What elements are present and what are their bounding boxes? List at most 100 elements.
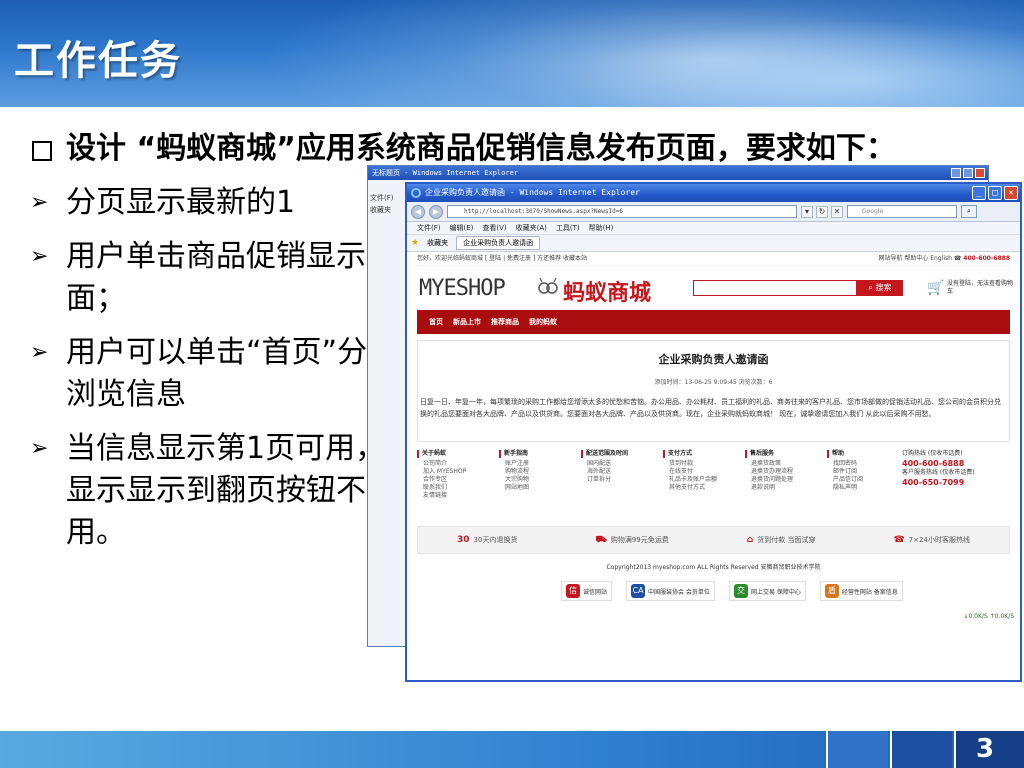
footer-link[interactable]: 国内配送	[581, 460, 663, 468]
url-input[interactable]: http://localhost:3070/ShowNews.aspx?News…	[447, 205, 797, 218]
news-article: 企业采购负责人邀请函 添加时间：13-06-25 9:09:45 浏览次数：6 …	[417, 340, 1010, 442]
cart-icon[interactable]: 🛒	[927, 280, 944, 296]
footer-link[interactable]: 公司简介	[417, 460, 499, 468]
site-search-input[interactable]	[693, 280, 857, 296]
footer-link[interactable]: 退换货政策	[745, 460, 827, 468]
top-nav-links[interactable]: 网站导航 帮助中心 English	[878, 255, 951, 262]
menu-item-help[interactable]: 帮助(H)	[589, 222, 614, 234]
service-text: 货到付款 当面试穿	[757, 536, 816, 544]
footer-link[interactable]: 合作专区	[417, 476, 499, 484]
footer-link[interactable]: 联系我们	[417, 484, 499, 492]
footer-link[interactable]: 找回密码	[827, 460, 909, 468]
slide-footer	[0, 731, 1024, 768]
favorites-bar: ★ 收藏夹 企业采购负责人邀请函	[407, 235, 1020, 252]
close-button[interactable]: ✕	[1004, 186, 1018, 200]
footer-link[interactable]: 货到付款	[663, 460, 745, 468]
trust-badge[interactable]: 信 诚信网站	[561, 581, 613, 601]
footer-link[interactable]: 购物流程	[499, 468, 581, 476]
menu-item-file[interactable]: 文件(F)	[417, 222, 441, 234]
forward-button[interactable]: ▶	[429, 204, 443, 219]
menu-item-favorites[interactable]: 收藏夹(A)	[516, 222, 547, 234]
trust-badge[interactable]: CA 中国服装协会 会员单位	[626, 581, 715, 601]
footer-link[interactable]: 加入 MYESHOP	[417, 468, 499, 476]
service-hotline-label: 客户服务热线 (仅收市话费)	[902, 469, 975, 476]
footer-link[interactable]: 邮件订阅	[827, 468, 909, 476]
refresh-icon[interactable]: ↻	[816, 205, 828, 218]
footer-column: 售后服务 退换货政策 退换货办理流程 退换货问题处理 退款说明	[745, 450, 827, 526]
arrow-bullet-icon: ➢	[30, 340, 49, 365]
footer-link[interactable]: 退款说明	[745, 484, 827, 492]
cart-text: 没有登陆，无法查看购物车	[947, 280, 1014, 295]
browser-tab[interactable]: 企业采购负责人邀请函	[456, 236, 541, 250]
footer-column-heading: 配送范围及时间	[581, 450, 663, 458]
footer-link[interactable]: 退换货问题处理	[745, 476, 827, 484]
site-search-button[interactable]: ⌕ 搜索	[857, 280, 903, 296]
trade-icon: 交	[733, 584, 748, 598]
arrow-bullet-icon: ➢	[30, 436, 49, 461]
background-favorites-item[interactable]: 收藏夹	[370, 204, 394, 216]
stop-icon[interactable]: ✕	[831, 205, 843, 218]
service-text: 7×24小时客服热线	[908, 536, 970, 544]
association-icon: CA	[631, 584, 646, 598]
hotline-panel: 订购热线 (仅收市话费) 400-600-6888 客户服务热线 (仅收市话费)…	[902, 450, 1006, 488]
background-menu-item[interactable]: 文件(F)	[370, 192, 394, 204]
back-button[interactable]: ◀	[411, 204, 425, 219]
sub-point-text: 分页显示最新的1	[66, 185, 296, 220]
footer-link[interactable]: 海外配送	[581, 468, 663, 476]
arrow-bullet-icon: ➢	[30, 190, 49, 215]
sub-point: ➢ 用户可以单击“首页”分页浏览信息	[30, 332, 400, 416]
trust-badge[interactable]: 交 网上交易 保障中心	[728, 581, 806, 601]
sub-point-text: 用户可以单击“首页”分页浏览信息	[66, 335, 398, 412]
footer-column: 关于蚂蚁 公司简介 加入 MYESHOP 合作专区 联系我们 友情链接	[417, 450, 499, 526]
background-window-side: 文件(F) 收藏夹	[370, 192, 394, 216]
menu-item-tools[interactable]: 工具(T)	[556, 222, 580, 234]
maximize-button[interactable]: □	[988, 186, 1002, 200]
slide-header: 工作任务	[0, 0, 1024, 107]
maximize-icon[interactable]	[963, 168, 973, 178]
credit-icon: 信	[566, 584, 580, 598]
nav-item-my-ant[interactable]: 我的蚂蚁	[529, 317, 557, 327]
order-hotline-number: 400-600-6888	[902, 459, 965, 468]
main-point-text: 设计 “蚂蚁商城”应用系统商品促销信息发布页面，要求如下：	[66, 131, 896, 166]
footer-link[interactable]: 账户注册	[499, 460, 581, 468]
footer-link[interactable]: 产品信订阅	[827, 476, 909, 484]
menu-item-view[interactable]: 查看(V)	[482, 222, 506, 234]
nav-item-home[interactable]: 首页	[429, 317, 443, 327]
footer-column: 帮助 找回密码 邮件订阅 产品信订阅 隐私声明	[827, 450, 909, 526]
badge-label: 经营性网站 备案信息	[841, 588, 898, 596]
article-meta: 添加时间：13-06-25 9:09:45 浏览次数：6	[654, 379, 773, 386]
logo-chinese[interactable]: 蚂蚁商城	[563, 275, 651, 307]
star-icon[interactable]: ★	[411, 238, 419, 248]
shield-icon: 盾	[824, 584, 839, 598]
footer-link[interactable]: 隐私声明	[827, 484, 909, 492]
browser-search-input[interactable]: Google	[847, 205, 957, 218]
return-icon: 30	[457, 535, 470, 545]
favorites-button[interactable]: 收藏夹	[427, 238, 448, 248]
footer-link[interactable]: 网站地图	[499, 484, 581, 492]
footer-link[interactable]: 其他支付方式	[663, 484, 745, 492]
search-icon[interactable]: ⌕	[961, 205, 977, 218]
footer-link[interactable]: 订单拆分	[581, 476, 663, 484]
ie-logo-icon	[411, 188, 421, 198]
footer-link[interactable]: 礼品卡及账户余额	[663, 476, 745, 484]
article-title: 企业采购负责人邀请函	[658, 353, 769, 366]
dropdown-icon[interactable]: ▾	[801, 205, 813, 218]
phone-icon: ☎	[953, 255, 962, 262]
close-icon[interactable]	[975, 168, 985, 178]
sub-point: ➢ 用户单击商品促销显示页面；	[30, 236, 400, 320]
browser-title: 企业采购负责人邀请函 - Windows Internet Explorer	[425, 188, 640, 197]
footer-link[interactable]: 友情链接	[417, 492, 499, 500]
footer-link[interactable]: 退换货办理流程	[745, 468, 827, 476]
welcome-text[interactable]: 您好，欢迎光临蚂蚁商城 [ 登陆 | 免费注册 ] 方还推荐 收藏本站	[417, 255, 587, 262]
slide-title: 工作任务	[14, 38, 182, 84]
menu-item-edit[interactable]: 编辑(E)	[450, 222, 474, 234]
footer-link[interactable]: 在线支付	[663, 468, 745, 476]
minimize-button[interactable]: _	[972, 186, 986, 200]
nav-item-recommended[interactable]: 推荐商品	[491, 317, 519, 327]
footer-link[interactable]: 大宗购物	[499, 476, 581, 484]
minimize-icon[interactable]	[951, 168, 961, 178]
trust-badge[interactable]: 盾 经营性网站 备案信息	[819, 581, 903, 601]
badge-label: 诚信网站	[583, 588, 608, 596]
logo-english[interactable]: MYESHOP	[419, 276, 506, 301]
nav-item-new[interactable]: 新品上市	[453, 317, 481, 327]
